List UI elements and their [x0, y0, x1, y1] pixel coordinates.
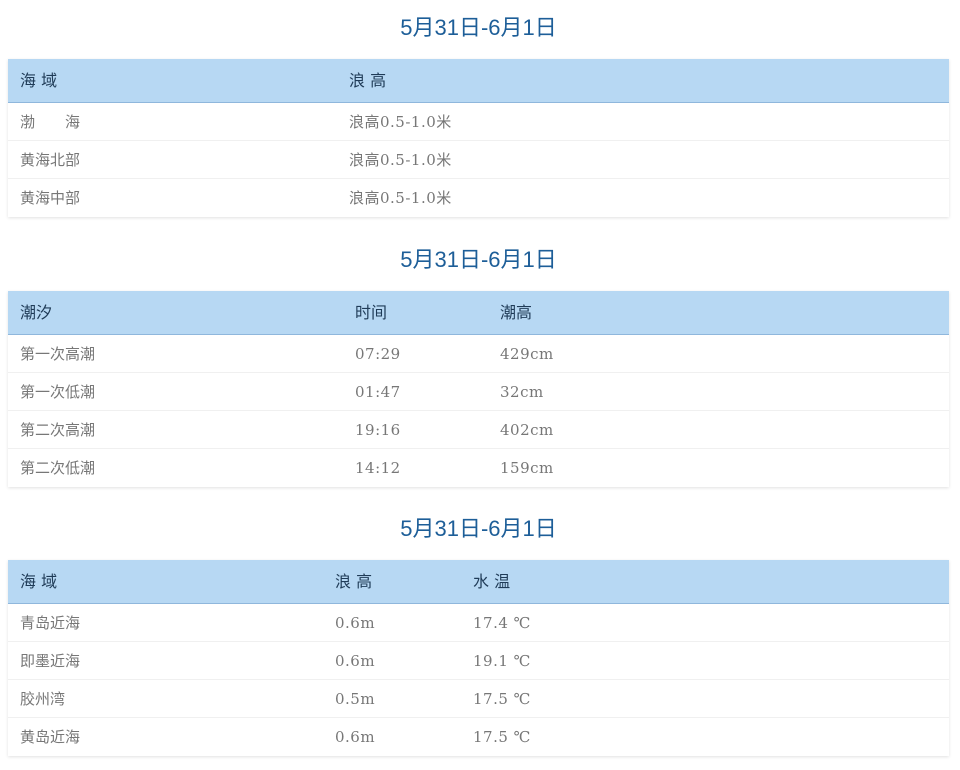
cell-sea-area: 黄岛近海 — [20, 728, 81, 746]
table-row: 第二次低潮 14:12 159cm — [8, 449, 949, 487]
cell-tide: 第一次低潮 — [20, 383, 96, 401]
table-header: 潮汐 时间 潮高 — [8, 291, 949, 335]
cell-water-temp: 17.5 ℃ — [473, 690, 531, 708]
cell-time: 19:16 — [355, 421, 401, 439]
wave-forecast-table: 海 域 浪 高 渤 海 浪高0.5-1.0米 黄海北部 浪高0.5-1.0米 黄… — [8, 59, 949, 217]
cell-tide-height: 159cm — [500, 459, 554, 477]
cell-time: 14:12 — [355, 459, 401, 477]
tide-title: 5月31日-6月1日 — [400, 247, 557, 272]
cell-time: 01:47 — [355, 383, 401, 401]
cell-tide: 第二次低潮 — [20, 459, 96, 477]
cell-tide: 第二次高潮 — [20, 421, 96, 439]
table-row: 黄海北部 浪高0.5-1.0米 — [8, 141, 949, 179]
cell-tide: 第一次高潮 — [20, 345, 96, 363]
header-tide-height: 潮高 — [500, 303, 533, 322]
header-sea-area: 海 域 — [20, 71, 58, 90]
cell-sea-area: 黄海北部 — [20, 151, 81, 169]
cell-wave-height: 0.5m — [335, 690, 376, 708]
header-wave-height: 浪 高 — [349, 71, 387, 90]
wave-forecast-title: 5月31日-6月1日 — [400, 15, 557, 40]
cell-sea-area: 胶州湾 — [20, 690, 66, 708]
coastal-title: 5月31日-6月1日 — [400, 516, 557, 541]
cell-wave-height: 浪高0.5-1.0米 — [349, 189, 452, 207]
table-row: 胶州湾 0.5m 17.5 ℃ — [8, 680, 949, 718]
header-time: 时间 — [355, 303, 388, 322]
cell-water-temp: 19.1 ℃ — [473, 652, 531, 670]
cell-tide-height: 402cm — [500, 421, 554, 439]
table-row: 第一次高潮 07:29 429cm — [8, 335, 949, 373]
cell-water-temp: 17.4 ℃ — [473, 614, 531, 632]
table-row: 青岛近海 0.6m 17.4 ℃ — [8, 604, 949, 642]
cell-wave-height: 0.6m — [335, 728, 376, 746]
tide-table: 潮汐 时间 潮高 第一次高潮 07:29 429cm 第一次低潮 01:47 3… — [8, 291, 949, 487]
cell-sea-area: 渤 海 — [20, 113, 81, 131]
cell-sea-area: 青岛近海 — [20, 614, 81, 632]
cell-water-temp: 17.5 ℃ — [473, 728, 531, 746]
table-row: 渤 海 浪高0.5-1.0米 — [8, 103, 949, 141]
table-row: 第二次高潮 19:16 402cm — [8, 411, 949, 449]
table-row: 即墨近海 0.6m 19.1 ℃ — [8, 642, 949, 680]
header-tide: 潮汐 — [20, 303, 53, 322]
cell-wave-height: 浪高0.5-1.0米 — [349, 151, 452, 169]
table-row: 黄岛近海 0.6m 17.5 ℃ — [8, 718, 949, 756]
header-wave-height: 浪 高 — [335, 572, 373, 591]
table-row: 黄海中部 浪高0.5-1.0米 — [8, 179, 949, 217]
coastal-table: 海 域 浪 高 水 温 青岛近海 0.6m 17.4 ℃ 即墨近海 0.6m 1… — [8, 560, 949, 756]
cell-tide-height: 429cm — [500, 345, 554, 363]
table-row: 第一次低潮 01:47 32cm — [8, 373, 949, 411]
cell-wave-height: 0.6m — [335, 652, 376, 670]
cell-wave-height: 浪高0.5-1.0米 — [349, 113, 452, 131]
header-sea-area: 海 域 — [20, 572, 58, 591]
cell-wave-height: 0.6m — [335, 614, 376, 632]
cell-time: 07:29 — [355, 345, 401, 363]
cell-tide-height: 32cm — [500, 383, 544, 401]
header-water-temp: 水 温 — [473, 572, 511, 591]
cell-sea-area: 黄海中部 — [20, 189, 81, 207]
table-header: 海 域 浪 高 水 温 — [8, 560, 949, 604]
table-header: 海 域 浪 高 — [8, 59, 949, 103]
cell-sea-area: 即墨近海 — [20, 652, 81, 670]
